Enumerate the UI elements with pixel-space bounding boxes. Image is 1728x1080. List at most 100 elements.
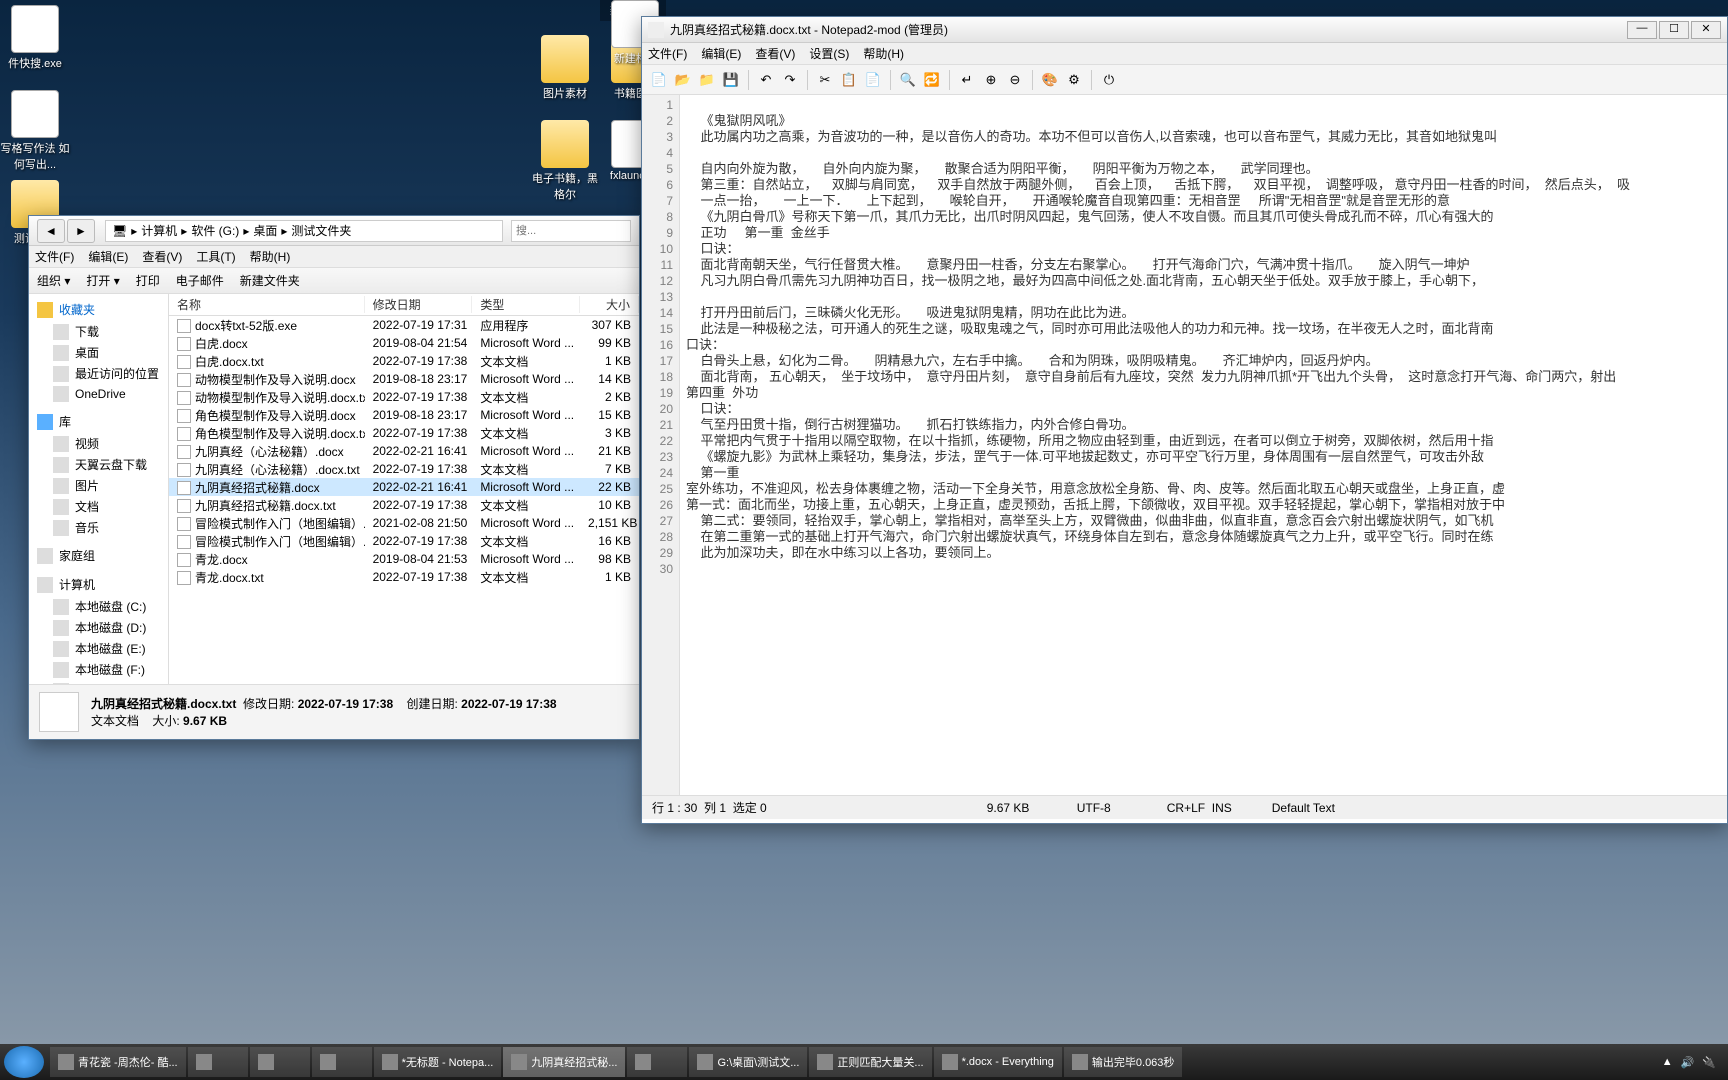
col-size[interactable]: 大小 <box>580 296 639 313</box>
file-row[interactable]: 九阴真经招式秘籍.docx.txt2022-07-19 17:38文本文档10 … <box>169 496 639 514</box>
tray-icon[interactable]: 🔊 <box>1681 1056 1695 1069</box>
zoomout-icon[interactable]: ⊖ <box>1004 69 1026 91</box>
tb-email[interactable]: 电子邮件 <box>176 272 224 289</box>
close-btn[interactable]: ✕ <box>1691 21 1721 39</box>
list-header[interactable]: 名称 修改日期 类型 大小 <box>169 294 639 316</box>
copy-icon[interactable]: 📋 <box>838 69 860 91</box>
redo-icon[interactable]: ↷ <box>779 69 801 91</box>
file-row[interactable]: 青龙.docx2019-08-04 21:53Microsoft Word ..… <box>169 550 639 568</box>
file-row[interactable]: 角色模型制作及导入说明.docx2019-08-18 23:17Microsof… <box>169 406 639 424</box>
tb-open[interactable]: 打开 ▾ <box>86 272 119 289</box>
taskbar-item[interactable]: G:\桌面\测试文... <box>689 1047 807 1077</box>
file-row[interactable]: 冒险模式制作入门（地图编辑）.docx2021-02-08 21:50Micro… <box>169 514 639 532</box>
breadcrumb[interactable]: 🖥 ▸ 计算机▸ 软件 (G:)▸ 桌面▸ 测试文件夹 <box>105 220 503 242</box>
cut-icon[interactable]: ✂ <box>814 69 836 91</box>
file-row[interactable]: 九阴真经招式秘籍.docx2022-02-21 16:41Microsoft W… <box>169 478 639 496</box>
scheme-icon[interactable]: 🎨 <box>1039 69 1061 91</box>
menu-tools[interactable]: 工具(T) <box>196 248 235 265</box>
col-name[interactable]: 名称 <box>169 296 365 313</box>
file-row[interactable]: 九阴真经（心法秘籍）.docx2022-02-21 16:41Microsoft… <box>169 442 639 460</box>
editor-area[interactable]: 《鬼獄阴风吼》 此功属内功之高乘，为音波功的一种，是以音伤人的奇功。本功不但可以… <box>680 95 1727 795</box>
nav-item[interactable]: 天翼云盘下载 <box>29 454 168 475</box>
file-row[interactable]: 角色模型制作及导入说明.docx.txt2022-07-19 17:38文本文档… <box>169 424 639 442</box>
find-icon[interactable]: 🔍 <box>897 69 919 91</box>
save-icon[interactable]: 💾 <box>720 69 742 91</box>
taskbar-item[interactable] <box>312 1047 372 1077</box>
nav-item[interactable]: 本地磁盘 (E:) <box>29 638 168 659</box>
system-tray[interactable]: ▲ 🔊 🔌 <box>1654 1056 1724 1069</box>
nav-back-btn[interactable]: ◄ <box>37 219 65 243</box>
status-ins[interactable]: INS <box>1212 801 1232 815</box>
np-menu-view[interactable]: 查看(V) <box>755 45 795 62</box>
bc-seg[interactable]: 桌面 <box>253 222 277 239</box>
config-icon[interactable]: ⚙ <box>1063 69 1085 91</box>
paste-icon[interactable]: 📄 <box>862 69 884 91</box>
nav-item[interactable]: 本地磁盘 (D:) <box>29 617 168 638</box>
taskbar-item[interactable]: 正则匹配大量关... <box>809 1047 931 1077</box>
status-eol[interactable]: CR+LF <box>1167 801 1205 815</box>
file-row[interactable]: 白虎.docx2019-08-04 21:54Microsoft Word ..… <box>169 334 639 352</box>
minimize-btn[interactable]: — <box>1627 21 1657 39</box>
replace-icon[interactable]: 🔁 <box>921 69 943 91</box>
col-date[interactable]: 修改日期 <box>365 296 473 313</box>
start-button[interactable] <box>4 1046 44 1078</box>
nav-item[interactable]: 桌面 <box>29 342 168 363</box>
undo-icon[interactable]: ↶ <box>755 69 777 91</box>
taskbar-item[interactable]: *.docx - Everything <box>934 1047 1062 1077</box>
maximize-btn[interactable]: ☐ <box>1659 21 1689 39</box>
nav-item[interactable]: 文档 <box>29 496 168 517</box>
nav-libraries[interactable]: 库 <box>29 410 168 433</box>
file-row[interactable]: 冒险模式制作入门（地图编辑）.docx.txt2022-07-19 17:38文… <box>169 532 639 550</box>
nav-item[interactable]: 本地磁盘 (F:) <box>29 659 168 680</box>
nav-item[interactable]: 软件 (G:) <box>29 680 168 684</box>
open-icon[interactable]: 📂 <box>672 69 694 91</box>
nav-item[interactable]: 音乐 <box>29 517 168 538</box>
taskbar-item[interactable] <box>188 1047 248 1077</box>
taskbar-item[interactable] <box>627 1047 687 1077</box>
zoomin-icon[interactable]: ⊕ <box>980 69 1002 91</box>
explorer-titlebar[interactable]: ◄ ► 🖥 ▸ 计算机▸ 软件 (G:)▸ 桌面▸ 测试文件夹 <box>29 216 639 246</box>
exit-icon[interactable]: ⏻ <box>1098 69 1120 91</box>
file-row[interactable]: 青龙.docx.txt2022-07-19 17:38文本文档1 KB <box>169 568 639 586</box>
file-row[interactable]: 九阴真经（心法秘籍）.docx.txt2022-07-19 17:38文本文档7… <box>169 460 639 478</box>
taskbar-item[interactable]: 输出完毕0.063秒 <box>1064 1047 1183 1077</box>
col-type[interactable]: 类型 <box>472 296 580 313</box>
search-input[interactable] <box>511 220 631 242</box>
np-menu-help[interactable]: 帮助(H) <box>863 45 904 62</box>
nav-computer[interactable]: 计算机 <box>29 573 168 596</box>
nav-item[interactable]: 本地磁盘 (C:) <box>29 596 168 617</box>
notepad2-titlebar[interactable]: 九阴真经招式秘籍.docx.txt - Notepad2-mod (管理员) —… <box>642 17 1727 43</box>
desktop-icon[interactable]: 电子书籍，黑格尔 <box>530 120 600 202</box>
file-row[interactable]: 白虎.docx.txt2022-07-19 17:38文本文档1 KB <box>169 352 639 370</box>
file-row[interactable]: docx转txt-52版.exe2022-07-19 17:31应用程序307 … <box>169 316 639 334</box>
tray-icon[interactable]: ▲ <box>1662 1056 1673 1068</box>
taskbar-item[interactable]: 九阴真经招式秘... <box>503 1047 625 1077</box>
taskbar-item[interactable]: *无标题 - Notepa... <box>374 1047 502 1077</box>
status-encoding[interactable]: UTF-8 <box>1077 801 1127 815</box>
bc-seg[interactable]: 软件 (G:) <box>191 222 239 239</box>
np-menu-edit[interactable]: 编辑(E) <box>701 45 741 62</box>
tb-print[interactable]: 打印 <box>136 272 160 289</box>
taskbar-item[interactable]: 青花瓷 -周杰伦- 酷... <box>50 1047 186 1077</box>
menu-help[interactable]: 帮助(H) <box>250 248 291 265</box>
menu-edit[interactable]: 编辑(E) <box>88 248 128 265</box>
status-scheme[interactable]: Default Text <box>1272 801 1335 815</box>
nav-item[interactable]: OneDrive <box>29 384 168 404</box>
nav-homegroup[interactable]: 家庭组 <box>29 544 168 567</box>
nav-favorites[interactable]: 收藏夹 <box>29 298 168 321</box>
nav-fwd-btn[interactable]: ► <box>67 219 95 243</box>
browse-icon[interactable]: 📁 <box>696 69 718 91</box>
desktop-icon[interactable]: 写格写作法 如何写出... <box>0 90 70 172</box>
nav-item[interactable]: 图片 <box>29 475 168 496</box>
bc-seg[interactable]: 测试文件夹 <box>291 222 351 239</box>
new-icon[interactable]: 📄 <box>648 69 670 91</box>
menu-file[interactable]: 文件(F) <box>35 248 74 265</box>
nav-item[interactable]: 视频 <box>29 433 168 454</box>
desktop-icon[interactable]: 图片素材 <box>530 35 600 101</box>
tb-organize[interactable]: 组织 ▾ <box>37 272 70 289</box>
menu-view[interactable]: 查看(V) <box>142 248 182 265</box>
nav-item[interactable]: 最近访问的位置 <box>29 363 168 384</box>
nav-item[interactable]: 下载 <box>29 321 168 342</box>
desktop-icon[interactable]: 件快搜.exe <box>0 5 70 71</box>
file-row[interactable]: 动物模型制作及导入说明.docx.txt2022-07-19 17:38文本文档… <box>169 388 639 406</box>
